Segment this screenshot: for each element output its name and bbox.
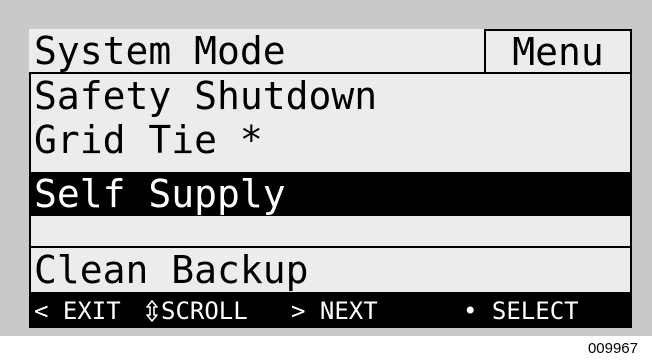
next-key-label[interactable]: > NEXT — [291, 294, 378, 328]
list-item-label: Self Supply — [34, 172, 286, 216]
list-item-label: Clean Backup — [34, 248, 309, 292]
screen-title: System Mode — [34, 29, 286, 73]
list-item-safety-shutdown[interactable]: Safety Shutdown — [31, 74, 630, 118]
list-item-grid-tie[interactable]: Grid Tie * — [31, 118, 630, 162]
title-bar: System Mode Menu — [29, 29, 632, 73]
scroll-key-label[interactable]: SCROLL — [161, 294, 248, 328]
mode-list: Safety Shutdown Grid Tie * Self Supply C… — [29, 72, 632, 294]
up-down-arrow-icon — [146, 300, 158, 322]
display-bezel: System Mode Menu Safety Shutdown Grid Ti… — [0, 0, 652, 336]
list-item-self-supply[interactable]: Self Supply — [31, 172, 630, 216]
list-item-label: Safety Shutdown — [34, 74, 378, 118]
soft-key-bar: < EXIT SCROLL > NEXT • SELECT — [29, 294, 632, 328]
list-item-clean-backup[interactable]: Clean Backup — [31, 246, 630, 292]
select-key-label[interactable]: • SELECT — [463, 294, 579, 328]
figure-code: 009967 — [587, 340, 638, 357]
exit-key-label[interactable]: < EXIT — [34, 294, 121, 328]
lcd-screen: System Mode Menu Safety Shutdown Grid Ti… — [29, 29, 632, 328]
list-item-label: Grid Tie * — [34, 118, 263, 162]
menu-tab: Menu — [484, 29, 632, 73]
menu-tab-label: Menu — [512, 30, 604, 74]
